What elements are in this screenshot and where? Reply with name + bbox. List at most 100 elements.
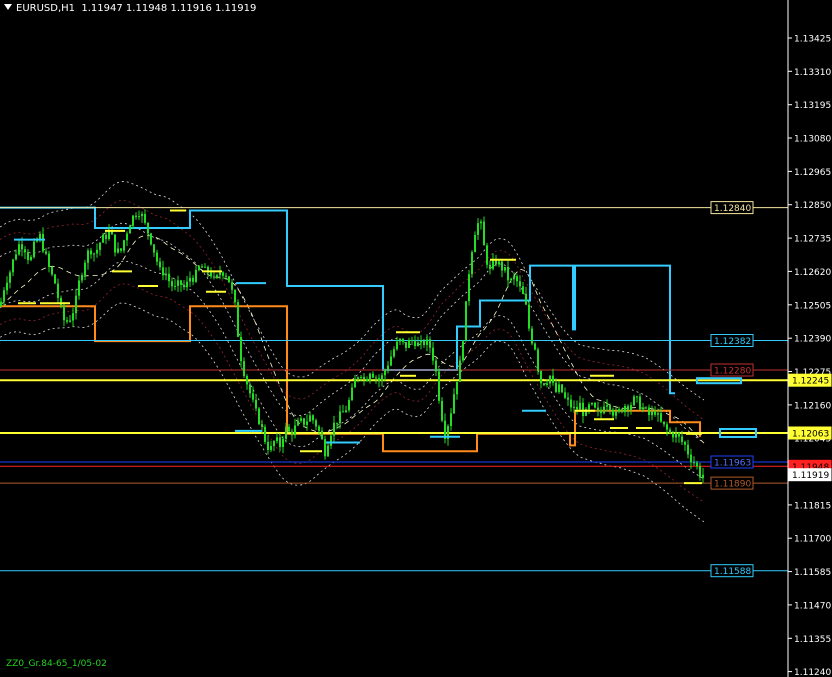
axis-tick-label: 1.13310 bbox=[794, 68, 831, 78]
candle-body bbox=[687, 444, 689, 455]
candle-body bbox=[45, 251, 47, 254]
candle-body bbox=[501, 261, 503, 271]
candle-body bbox=[225, 275, 227, 277]
price-axis[interactable]: 1.13425 1.13310 1.13195 1.13080 1.12965 1.128… bbox=[788, 35, 831, 677]
candle-body bbox=[411, 339, 413, 342]
candle-body bbox=[237, 302, 239, 337]
band-line bbox=[0, 180, 705, 401]
candle-body bbox=[75, 295, 77, 314]
candle-body bbox=[354, 379, 356, 388]
candle-body bbox=[519, 281, 521, 287]
candle-body bbox=[6, 282, 8, 291]
candle-body bbox=[513, 276, 515, 280]
candle-body bbox=[597, 407, 599, 411]
candle-body bbox=[471, 252, 473, 275]
candle-body bbox=[9, 272, 11, 283]
axis-tick-label: 1.11815 bbox=[794, 501, 831, 511]
candle-body bbox=[174, 285, 176, 287]
candle-body bbox=[573, 406, 575, 408]
candle-body bbox=[48, 253, 50, 267]
candle-body bbox=[618, 409, 620, 412]
step-levels bbox=[0, 206, 701, 453]
candle-body bbox=[558, 384, 560, 392]
candle-body bbox=[696, 462, 698, 467]
candle-body bbox=[564, 392, 566, 398]
candle-body bbox=[93, 253, 95, 255]
axis-tick-label: 1.11700 bbox=[794, 535, 831, 545]
candle-body bbox=[552, 375, 554, 383]
candle-body bbox=[507, 266, 509, 281]
candle-body bbox=[318, 426, 320, 431]
candle-body bbox=[102, 234, 104, 243]
candle-body bbox=[222, 272, 224, 276]
candle-body bbox=[576, 406, 578, 410]
candle-body bbox=[408, 339, 410, 348]
candle-body bbox=[57, 283, 59, 298]
candle-body bbox=[465, 301, 467, 342]
candle-body bbox=[603, 406, 605, 414]
candle-body bbox=[588, 404, 590, 410]
candle-body bbox=[525, 293, 527, 305]
candle-body bbox=[252, 393, 254, 400]
axis-tick-label: 1.13425 bbox=[794, 35, 831, 45]
candle-body bbox=[429, 339, 431, 348]
candle-body bbox=[594, 402, 596, 408]
candle-body bbox=[549, 375, 551, 384]
candle-body bbox=[432, 347, 434, 361]
price-labels: 1.12840 1.12382 1.12280 1.12245 1.12063 1.119… bbox=[710, 201, 832, 578]
axis-tick-label: 1.12850 bbox=[794, 201, 831, 211]
step-line-upper bbox=[0, 206, 675, 395]
candle-body bbox=[453, 394, 455, 414]
candle-body bbox=[624, 405, 626, 413]
ohlc-high: 1.11948 bbox=[125, 3, 168, 14]
candle-body bbox=[243, 361, 245, 376]
candle-body bbox=[309, 415, 311, 422]
candle-body bbox=[627, 405, 629, 410]
candle-body bbox=[126, 233, 128, 241]
candle-body bbox=[291, 431, 293, 436]
axis-tick-label: 1.12735 bbox=[794, 235, 831, 245]
candle-body bbox=[249, 384, 251, 394]
candle-body bbox=[279, 437, 281, 448]
candle-body bbox=[210, 272, 212, 277]
candle-body bbox=[342, 411, 344, 413]
candle-body bbox=[654, 411, 656, 415]
candle-body bbox=[162, 267, 164, 276]
candle-body bbox=[462, 341, 464, 361]
candle-body bbox=[153, 244, 155, 253]
candle-body bbox=[189, 277, 191, 282]
candle-body bbox=[177, 280, 179, 286]
candle-body bbox=[645, 407, 647, 409]
candle-body bbox=[240, 336, 242, 362]
candle-body bbox=[216, 275, 218, 277]
axis-tick-label: 1.11470 bbox=[794, 601, 831, 611]
candle-body bbox=[273, 441, 275, 446]
candle-body bbox=[459, 360, 461, 382]
candle-body bbox=[3, 290, 5, 302]
candle-body bbox=[381, 375, 383, 381]
candle-body bbox=[591, 402, 593, 405]
price-label-text: 1.11588 bbox=[714, 567, 751, 577]
candle-body bbox=[297, 420, 299, 426]
candle-body bbox=[681, 436, 683, 442]
candle-body bbox=[537, 349, 539, 372]
dropdown-triangle-icon[interactable] bbox=[4, 4, 12, 10]
candle-body bbox=[180, 280, 182, 285]
candle-body bbox=[396, 341, 398, 350]
candle-body bbox=[234, 289, 236, 303]
candle-body bbox=[450, 413, 452, 426]
candle-body bbox=[339, 411, 341, 424]
candle-body bbox=[414, 341, 416, 346]
candle-body bbox=[114, 234, 116, 253]
candle-body bbox=[120, 248, 122, 251]
candle-body bbox=[267, 441, 269, 450]
candle-body bbox=[615, 411, 617, 416]
candle-body bbox=[300, 418, 302, 421]
candle-body bbox=[330, 435, 332, 446]
candle-body bbox=[327, 445, 329, 457]
candle-body bbox=[600, 410, 602, 414]
candle-body bbox=[420, 341, 422, 343]
candle-body bbox=[183, 284, 185, 288]
candle-body bbox=[156, 252, 158, 262]
candle-body bbox=[78, 280, 80, 296]
